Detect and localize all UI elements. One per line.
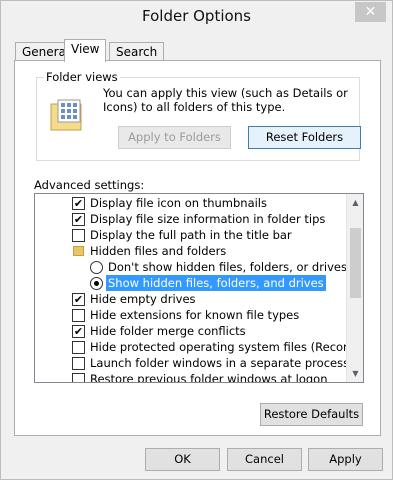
advanced-settings-list[interactable]: ✔ Display file icon on thumbnails ✔ Disp… — [34, 193, 364, 383]
list-item[interactable]: ✔ Hide empty drives — [35, 291, 345, 307]
checkmark-icon: ✔ — [73, 213, 84, 226]
checkmark-icon: ✔ — [73, 325, 84, 338]
cancel-button[interactable]: Cancel — [227, 448, 302, 471]
list-item[interactable]: Display the full path in the title bar — [35, 227, 345, 243]
folder-views-group: Folder views You can apply this view (su… — [36, 70, 361, 161]
checkmark-icon: ✔ — [73, 293, 84, 306]
item-label: Don't show hidden files, folders, or dri… — [108, 260, 348, 274]
item-label: Display file size information in folder … — [90, 212, 326, 226]
list-item[interactable]: Restore previous folder windows at logon — [35, 371, 345, 383]
apply-button[interactable]: Apply — [308, 448, 383, 471]
close-button[interactable]: ✕ — [355, 2, 386, 22]
list-item[interactable]: ✔ Display file icon on thumbnails — [35, 195, 345, 211]
title-bar[interactable]: Folder Options ✕ — [1, 1, 392, 32]
list-item[interactable]: Launch folder windows in a separate proc… — [35, 355, 349, 371]
list-item[interactable]: Don't show hidden files, folders, or dri… — [35, 259, 348, 275]
item-label: Display file icon on thumbnails — [90, 196, 267, 210]
tab-view[interactable]: View — [64, 39, 107, 62]
window-title: Folder Options — [142, 7, 251, 25]
restore-defaults-button[interactable]: Restore Defaults — [260, 403, 363, 426]
scroll-up-button[interactable]: ▲ — [347, 194, 363, 211]
apply-to-folders-button[interactable]: Apply to Folders — [118, 126, 231, 149]
checkbox-checked[interactable]: ✔ — [72, 197, 85, 210]
scroll-thumb[interactable] — [350, 228, 361, 298]
tab-search[interactable]: Search — [109, 42, 165, 62]
radio-checked[interactable] — [90, 277, 103, 290]
checkbox-checked[interactable]: ✔ — [72, 213, 85, 226]
list-item[interactable]: Show hidden files, folders, and drives — [35, 275, 345, 291]
folder-views-description: You can apply this view (such as Details… — [103, 86, 348, 114]
folder-view-icon — [50, 99, 82, 131]
advanced-settings-label: Advanced settings: — [34, 178, 145, 192]
item-label: Hide protected operating system files (R… — [90, 340, 363, 354]
ok-button[interactable]: OK — [145, 448, 220, 471]
item-label: Hidden files and folders — [90, 244, 227, 258]
item-label-selected: Show hidden files, folders, and drives — [106, 275, 326, 291]
checkbox-unchecked[interactable] — [72, 341, 85, 354]
checkbox-unchecked[interactable] — [72, 357, 85, 370]
checkbox-checked[interactable]: ✔ — [72, 325, 85, 338]
close-icon: ✕ — [364, 4, 377, 20]
list-item[interactable]: Hide extensions for known file types — [35, 307, 345, 323]
checkbox-unchecked[interactable] — [72, 229, 85, 242]
reset-folders-button[interactable]: Reset Folders — [248, 126, 361, 149]
item-label: Hide empty drives — [90, 292, 196, 306]
scroll-down-button[interactable]: ▼ — [347, 365, 363, 382]
item-label: Hide extensions for known file types — [90, 308, 300, 322]
checkbox-unchecked[interactable] — [72, 373, 85, 382]
view-tab-panel: Folder views You can apply this view (su… — [14, 60, 381, 436]
item-label: Restore previous folder windows at logon — [90, 372, 328, 383]
checkmark-icon: ✔ — [73, 197, 84, 210]
folder-icon — [73, 246, 84, 256]
checkbox-checked[interactable]: ✔ — [72, 293, 85, 306]
scroll-down-icon: ▼ — [352, 369, 359, 378]
item-label: Launch folder windows in a separate proc… — [90, 356, 350, 370]
radio-unchecked[interactable] — [90, 261, 103, 274]
list-item[interactable]: ✔ Display file size information in folde… — [35, 211, 345, 227]
vertical-scrollbar[interactable]: ▲ ▼ — [346, 194, 363, 382]
scroll-up-icon: ▲ — [352, 198, 359, 207]
item-label: Display the full path in the title bar — [90, 228, 292, 242]
list-item[interactable]: Hidden files and folders — [35, 243, 345, 259]
checkbox-unchecked[interactable] — [72, 309, 85, 322]
list-item[interactable]: Hide protected operating system files (R… — [35, 339, 363, 355]
folder-options-window: Folder Options ✕ General View Search Fol… — [0, 0, 393, 480]
folder-views-label: Folder views — [44, 70, 120, 84]
list-item[interactable]: ✔ Hide folder merge conflicts — [35, 323, 345, 339]
item-label: Hide folder merge conflicts — [90, 324, 246, 338]
